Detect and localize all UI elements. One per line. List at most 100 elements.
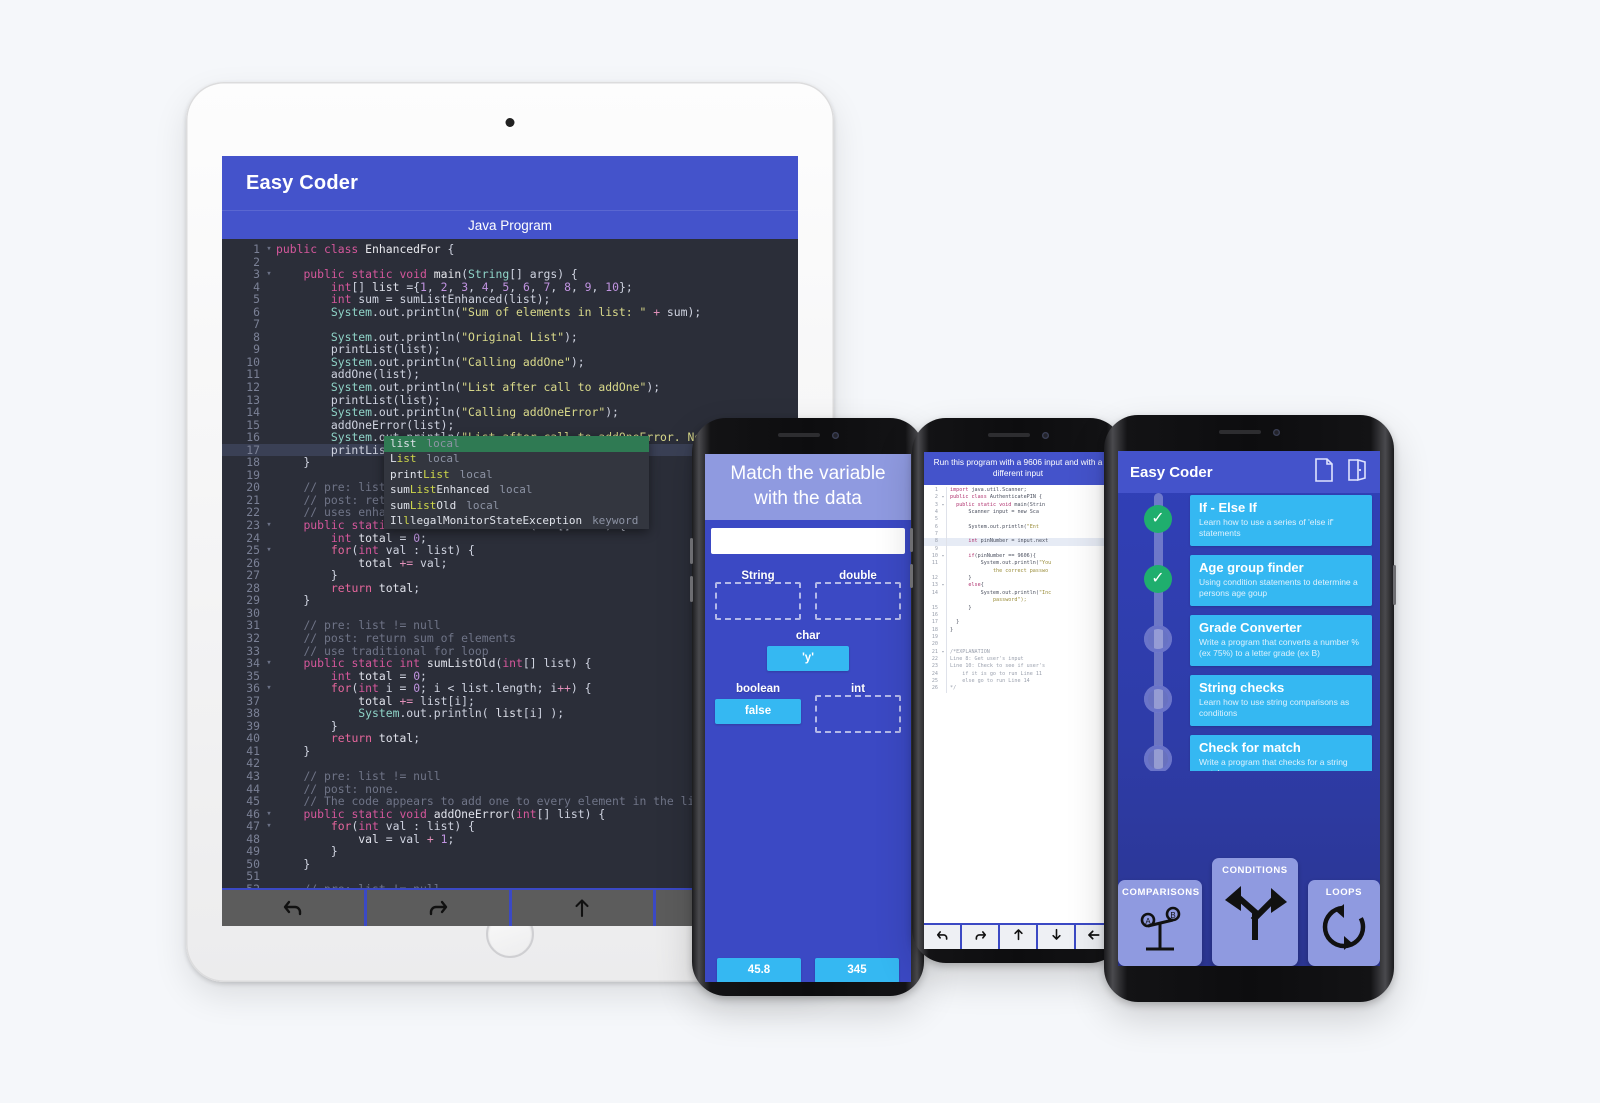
move-up-button[interactable] (511, 890, 654, 926)
slot-chip-boolean[interactable]: false (715, 699, 801, 724)
lesson-card[interactable]: Check for match Write a program that chec… (1190, 735, 1372, 771)
lesson-description: Write a program that checks for a string… (1199, 757, 1348, 771)
autocomplete-item[interactable]: sumListEnhanced local (384, 483, 649, 499)
category-tile-label: COMPARISONS (1122, 887, 1200, 898)
phone3-app-bar: Easy Coder (1118, 451, 1380, 493)
code-line: 26 */ (931, 685, 957, 693)
tablet-front-camera (505, 118, 515, 127)
lesson-title: Check for match (1199, 740, 1301, 755)
code-line: 1 ▾ public class EnhancedFor { (253, 242, 455, 256)
move-up-button[interactable] (1000, 925, 1036, 949)
token-row-1: 45.8 345 (705, 958, 911, 982)
lesson-pending-circle-icon (1144, 685, 1172, 713)
code-line: 1 import java.util.Scanner; (934, 487, 1027, 495)
exit-icon[interactable] (1346, 458, 1368, 487)
slot-label-char: char (795, 630, 821, 642)
slot-label-double: double (839, 570, 877, 582)
slot-dropzone-string[interactable] (715, 582, 801, 620)
lesson-title: String checks (1199, 680, 1285, 695)
move-down-button[interactable] (1038, 925, 1074, 949)
lesson-title: If - Else If (1199, 500, 1257, 515)
lesson-card[interactable]: String checks Learn how to use string com… (1190, 675, 1372, 726)
tablet-sub-bar: Java Program (222, 210, 798, 239)
lesson-card[interactable]: Grade Converter Write a program that conv… (1190, 615, 1372, 666)
volume-up-button[interactable] (690, 538, 693, 564)
slot-row-top: String double (705, 570, 911, 620)
slot-chip-char[interactable]: 'y' (767, 646, 849, 671)
code-line: 10 ▾ if(pinNumber == 9606){ (931, 553, 1036, 561)
lesson-description: Using condition statements to determine … (1199, 577, 1358, 598)
volume-down-button[interactable] (910, 564, 913, 588)
lesson-complete-check-icon: ✓ (1144, 505, 1172, 533)
slot-int[interactable]: int (815, 683, 901, 733)
lesson-card[interactable]: If - Else If Learn how to use a series of… (1190, 495, 1372, 546)
slot-dropzone-double[interactable] (815, 582, 901, 620)
token-chip-2[interactable]: 345 (815, 958, 899, 982)
answer-input[interactable] (711, 528, 905, 554)
lesson-list-item[interactable]: ✓ If - Else If Learn how to use a series o… (1118, 495, 1380, 546)
autocomplete-item[interactable]: List local (384, 452, 649, 468)
category-tile[interactable]: COMPARISONS A B (1118, 880, 1202, 966)
phone2-screen: Run this program with a 9606 input and w… (924, 452, 1112, 949)
token-chip-1[interactable]: 45.8 (717, 958, 801, 982)
svg-text:B: B (1170, 911, 1175, 920)
code-line: 15 } (931, 604, 972, 612)
front-camera-icon (1041, 431, 1049, 439)
phone1-body: String double char 'y' boolean false int… (705, 554, 911, 982)
lesson-list[interactable]: ✓ If - Else If Learn how to use a series o… (1118, 493, 1380, 771)
lesson-pending-circle-icon (1144, 745, 1172, 771)
speaker-grill (1218, 430, 1261, 434)
code-line: 7 (924, 531, 1112, 539)
file-icon[interactable] (1314, 457, 1334, 487)
slot-boolean[interactable]: boolean false (715, 683, 801, 733)
code-line: 25 else go to run Line 14 (931, 677, 1030, 686)
slot-dropzone-int[interactable] (815, 695, 901, 733)
code-line: 6 System.out.println("Ent (934, 523, 1039, 532)
autocomplete-item[interactable]: sumListOld local (384, 498, 649, 514)
code-line: 5 (924, 516, 1112, 524)
phone-device-easy-coder: Easy Coder ✓ If - Else If Learn how to use… (1104, 415, 1396, 1002)
phone3-notch (1104, 425, 1394, 439)
autocomplete-popup[interactable]: list local List local printList local sumListE… (384, 436, 649, 530)
volume-up-button[interactable] (910, 528, 913, 552)
volume-down-button[interactable] (690, 576, 693, 602)
lesson-list-item[interactable]: String checks Learn how to use string com… (1118, 675, 1380, 726)
slot-double[interactable]: double (815, 570, 901, 620)
slot-char[interactable]: char 'y' (767, 630, 849, 671)
code-line: 4 Scanner input = new Sca (934, 509, 1039, 517)
front-camera-icon (831, 431, 839, 439)
code-line: 23 Line 10: Check to see if user's (931, 663, 1046, 671)
category-tile[interactable]: LOOPS (1307, 880, 1380, 966)
code-line: 9 (924, 545, 1112, 554)
lesson-card[interactable]: Age group finder Using condition statemen… (1190, 555, 1372, 606)
phone2-code-editor[interactable]: 1 import java.util.Scanner; 2 ▾ public class… (924, 485, 1112, 889)
fork-arrows-icon (1212, 878, 1298, 940)
lesson-list-item[interactable]: ✓ Age group finder Using condition stateme… (1118, 555, 1380, 606)
undo-button[interactable] (924, 925, 960, 949)
phone1-screen: Match the variable with the data String … (705, 454, 911, 982)
lesson-list-item[interactable]: Grade Converter Write a program that conv… (1118, 615, 1380, 666)
lesson-list-item[interactable]: Check for match Write a program that chec… (1118, 735, 1380, 771)
token-tray: 45.8 345 "kite" (705, 958, 911, 982)
category-tile-row: COMPARISONS A B CONDITIONS LOOPS (1118, 846, 1380, 966)
power-button[interactable] (1393, 565, 1396, 605)
tablet-app-bar: Easy Coder (222, 156, 798, 210)
autocomplete-item[interactable]: list local (384, 436, 649, 452)
slot-string[interactable]: String (715, 570, 801, 620)
arrow-left-icon (1088, 928, 1100, 946)
autocomplete-item[interactable]: IlllegalMonitorStateException keyword (384, 514, 649, 530)
phone3-screen: Easy Coder ✓ If - Else If Learn how to use… (1118, 451, 1380, 966)
speaker-grill (777, 433, 820, 437)
code-line: 14 System.out.println("Inc (931, 589, 1052, 598)
category-tile[interactable]: CONDITIONS (1212, 858, 1298, 966)
phone-device-authenticate-pin: Run this program with a 9606 input and w… (910, 418, 1124, 963)
lesson-description: Learn how to use string comparisons as c… (1199, 697, 1350, 718)
undo-icon (936, 928, 949, 946)
autocomplete-item[interactable]: printList local (384, 467, 649, 483)
lesson-complete-check-icon: ✓ (1144, 565, 1172, 593)
undo-button[interactable] (222, 890, 364, 926)
redo-button[interactable] (962, 925, 998, 949)
screenshot-stage: Easy Coder Java Program 1 ▾ public class E… (0, 0, 1600, 1103)
redo-button[interactable] (366, 890, 509, 926)
refresh-cycle-icon (1308, 900, 1380, 954)
